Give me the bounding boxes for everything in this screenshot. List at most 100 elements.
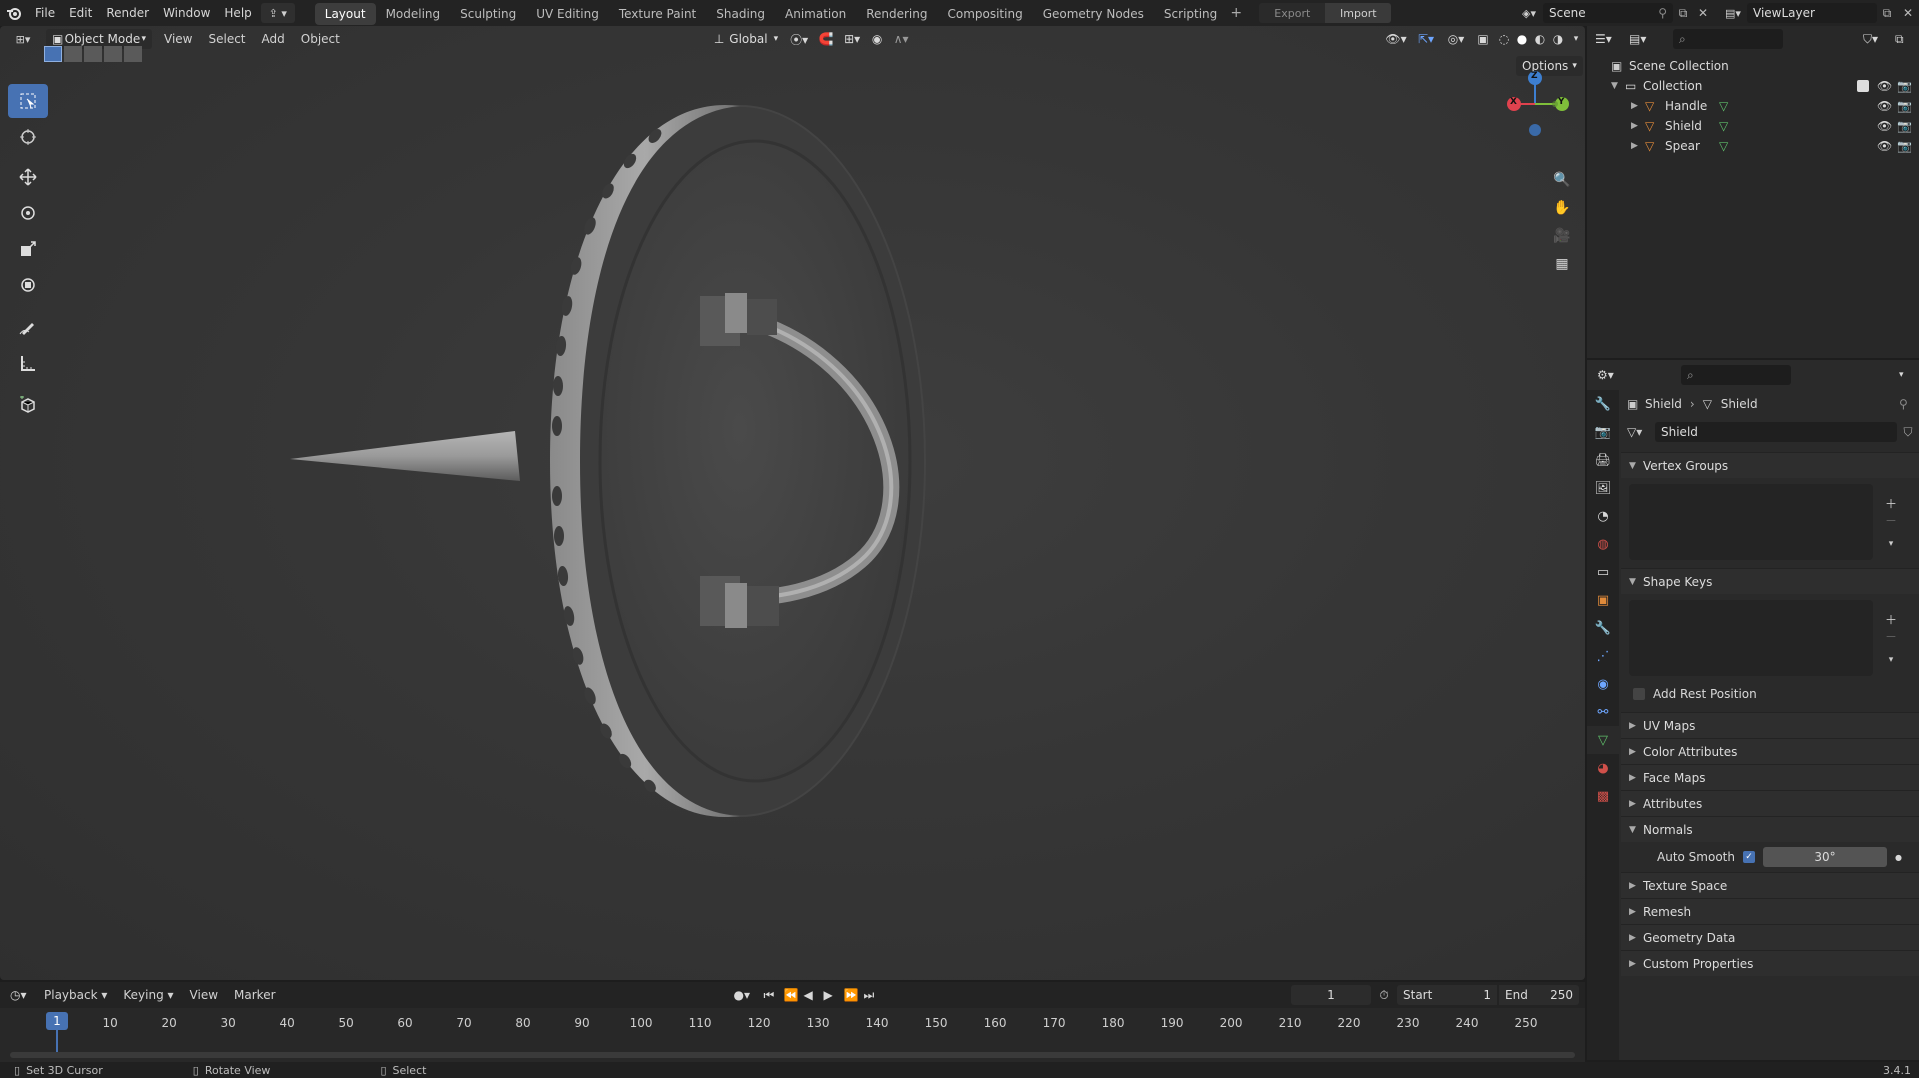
camera-icon[interactable]: 📷 — [1897, 99, 1919, 113]
chevron-down-icon[interactable]: ▼ — [1611, 81, 1625, 91]
mesh-data-icon[interactable]: ▽ — [1719, 139, 1877, 153]
solid-shading-icon[interactable]: ● — [1513, 32, 1531, 46]
select-extend-icon[interactable] — [64, 46, 82, 62]
shading-options-icon[interactable]: ▾ — [1567, 34, 1585, 44]
chevron-right-icon[interactable]: ▶ — [1631, 101, 1645, 111]
xray-icon[interactable]: ▣ — [1471, 32, 1495, 46]
tab-sculpting[interactable]: Sculpting — [450, 3, 526, 25]
chevron-down-icon[interactable]: ▾ — [1889, 655, 1894, 665]
mesh-name-field[interactable]: Shield — [1655, 422, 1897, 442]
auto-smooth-angle-field[interactable]: 30° — [1762, 847, 1887, 867]
collection-tab-icon[interactable]: ▭ — [1587, 558, 1619, 586]
tab-compositing[interactable]: Compositing — [937, 3, 1032, 25]
new-view-layer-icon[interactable]: ⧉ — [1877, 6, 1897, 21]
cursor-tool-icon[interactable] — [8, 120, 48, 154]
add-rest-position-checkbox[interactable] — [1633, 688, 1645, 700]
viewport-menu-select[interactable]: Select — [200, 26, 253, 52]
vertex-groups-panel-header[interactable]: ▼ Vertex Groups — [1621, 452, 1919, 478]
select-subtract-icon[interactable] — [84, 46, 102, 62]
editor-type-icon[interactable]: ⊞▾ — [6, 29, 40, 49]
eye-icon[interactable]: 👁 — [1877, 139, 1897, 153]
camera-icon[interactable]: 📷 — [1897, 119, 1919, 133]
shape-keys-list[interactable] — [1629, 600, 1873, 676]
mesh-data-icon[interactable]: ▽ — [1719, 99, 1877, 113]
chevron-right-icon[interactable]: ▶ — [1631, 141, 1645, 151]
properties-search-input[interactable]: ⌕ — [1681, 365, 1791, 385]
color-attributes-panel-header[interactable]: ▶ Color Attributes — [1621, 738, 1919, 764]
timeline-scrollbar[interactable] — [10, 1052, 1575, 1058]
tab-geometry-nodes[interactable]: Geometry Nodes — [1033, 3, 1154, 25]
navigation-gizmo[interactable]: Z Y X — [1500, 70, 1570, 140]
physics-tab-icon[interactable]: ◉ — [1587, 670, 1619, 698]
delete-scene-icon[interactable]: ✕ — [1693, 6, 1713, 20]
uv-maps-panel-header[interactable]: ▶ UV Maps — [1621, 712, 1919, 738]
visibility-icon[interactable]: 👁▾ — [1381, 32, 1411, 46]
tab-texture-paint[interactable]: Texture Paint — [609, 3, 706, 25]
remove-icon[interactable]: － — [1885, 512, 1897, 529]
chevron-down-icon[interactable]: ▾ — [1899, 370, 1919, 380]
output-tab-icon[interactable]: 🖨 — [1587, 446, 1619, 474]
mesh-browse-icon[interactable]: ▽▾ — [1627, 425, 1655, 439]
outliner-object-handle[interactable]: ▶ ▽ Handle ▽ 👁 📷 — [1611, 96, 1919, 116]
delete-view-layer-icon[interactable]: ✕ — [1897, 6, 1919, 20]
export-button[interactable]: Export — [1259, 3, 1326, 23]
attributes-panel-header[interactable]: ▶ Attributes — [1621, 790, 1919, 816]
viewport-menu-object[interactable]: Object — [293, 26, 348, 52]
material-shading-icon[interactable]: ◐ — [1531, 32, 1549, 46]
fake-user-shield-icon[interactable]: ⛉ — [1897, 425, 1919, 440]
material-tab-icon[interactable]: ◕ — [1587, 754, 1619, 782]
tab-modeling[interactable]: Modeling — [376, 3, 451, 25]
transform-orientation-dropdown[interactable]: ⊥ Global ▾ — [708, 29, 784, 49]
render-tab-icon[interactable]: 📷 — [1587, 418, 1619, 446]
add-icon[interactable]: ＋ — [1885, 495, 1897, 512]
overlays-icon[interactable]: ◎▾ — [1441, 32, 1471, 46]
select-box-tool-icon[interactable] — [8, 84, 48, 118]
new-scene-icon[interactable]: ⧉ — [1673, 6, 1693, 21]
tab-layout[interactable]: Layout — [314, 3, 376, 25]
pan-hand-icon[interactable]: ✋ — [1548, 194, 1576, 222]
filter-icon[interactable]: ⛉▾ — [1863, 32, 1895, 47]
proportional-edit-icon[interactable]: ◉ — [866, 32, 888, 46]
view-layer-field[interactable]: ViewLayer — [1747, 3, 1877, 23]
eye-icon[interactable]: 👁 — [1877, 99, 1897, 113]
falloff-icon[interactable]: ∧▾ — [888, 32, 914, 46]
exclude-checkbox[interactable] — [1857, 80, 1869, 92]
normals-panel-header[interactable]: ▼ Normals — [1621, 816, 1919, 842]
camera-icon[interactable]: 📷 — [1897, 79, 1919, 93]
viewport-menu-add[interactable]: Add — [254, 26, 293, 52]
new-collection-icon[interactable]: ⧉ — [1895, 32, 1919, 47]
select-intersect-icon[interactable] — [124, 46, 142, 62]
mesh-data-icon[interactable]: ▽ — [1719, 119, 1877, 133]
move-tool-icon[interactable] — [8, 160, 48, 194]
gizmo-toggle-icon[interactable]: ⇱▾ — [1411, 32, 1441, 46]
modifier-tab-icon[interactable]: 🔧 — [1587, 614, 1619, 642]
rotate-tool-icon[interactable] — [8, 196, 48, 230]
tab-rendering[interactable]: Rendering — [856, 3, 937, 25]
particles-tab-icon[interactable]: ⋰ — [1587, 642, 1619, 670]
camera-icon[interactable]: 📷 — [1897, 139, 1919, 153]
keyframe-dot-icon[interactable]: ● — [1895, 853, 1902, 862]
scale-tool-icon[interactable] — [8, 232, 48, 266]
wireframe-shading-icon[interactable]: ◌ — [1495, 32, 1513, 46]
display-mode-icon[interactable]: ▤▾ — [1629, 32, 1663, 46]
menu-help[interactable]: Help — [217, 0, 258, 26]
properties-editor-type-icon[interactable]: ⚙▾ — [1597, 368, 1631, 382]
select-new-icon[interactable] — [44, 46, 62, 62]
add-icon[interactable]: ＋ — [1885, 611, 1897, 628]
outliner-search-input[interactable]: ⌕ — [1673, 29, 1783, 49]
outliner-object-shield[interactable]: ▶ ▽ Shield ▽ 👁 📷 — [1611, 116, 1919, 136]
snap-target-icon[interactable]: ⊞▾ — [838, 32, 866, 46]
tab-scripting[interactable]: Scripting — [1154, 3, 1227, 25]
timeline-ruler[interactable]: 10 20 30 40 50 60 70 80 90 100 110 120 130 140 150 160 1… — [0, 1008, 1585, 1062]
tab-shading[interactable]: Shading — [706, 3, 775, 25]
select-invert-icon[interactable] — [104, 46, 122, 62]
remove-icon[interactable]: － — [1885, 628, 1897, 645]
tab-uv-editing[interactable]: UV Editing — [526, 3, 609, 25]
world-tab-icon[interactable]: ◍ — [1587, 530, 1619, 558]
add-cube-tool-icon[interactable] — [8, 388, 48, 422]
menu-render[interactable]: Render — [99, 0, 156, 26]
zoom-icon[interactable]: 🔍 — [1548, 166, 1576, 194]
face-maps-panel-header[interactable]: ▶ Face Maps — [1621, 764, 1919, 790]
rendered-shading-icon[interactable]: ◑ — [1549, 32, 1567, 46]
pin-icon[interactable]: ⚲ — [1658, 6, 1667, 20]
